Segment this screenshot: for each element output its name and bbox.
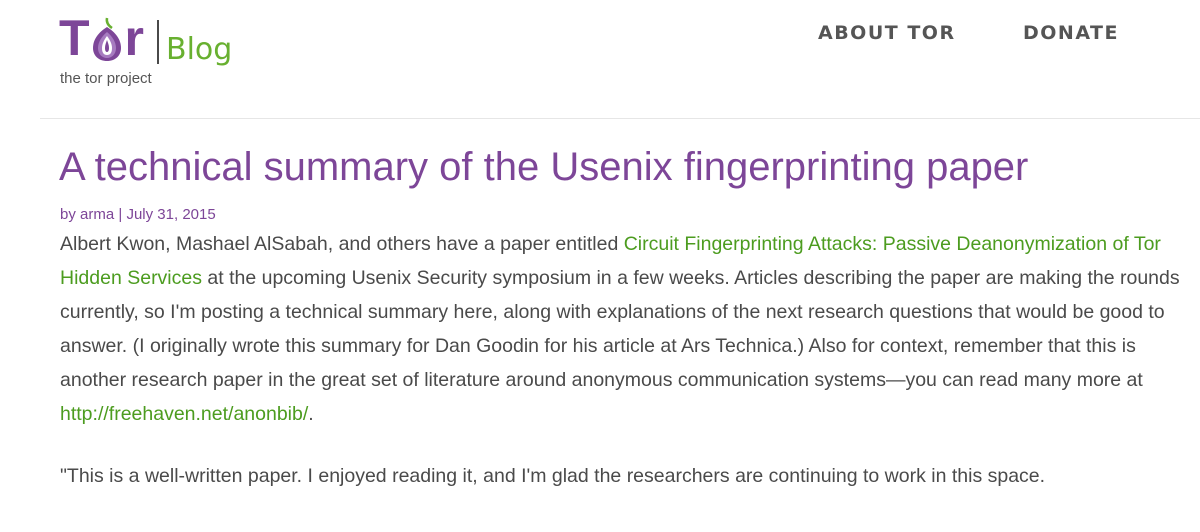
tor-blog-logo[interactable]: T r Blog the tor project [59, 10, 259, 94]
post-paragraph-2: "This is a well-written paper. I enjoyed… [60, 465, 1046, 487]
logo-divider [157, 20, 159, 64]
post-date: July 31, 2015 [126, 206, 216, 223]
anonbib-link[interactable]: http://freehaven.net/anonbib/ [60, 403, 308, 425]
post-title[interactable]: A technical summary of the Usenix finger… [59, 143, 1028, 191]
tor-wordmark: T r [59, 10, 144, 66]
paragraph-text: . [308, 403, 314, 425]
site-header: T r Blog the tor project ABOUT TOR DONAT… [0, 0, 1200, 118]
nav-about-tor[interactable]: ABOUT TOR [818, 21, 956, 45]
wordmark-t: T [59, 10, 90, 66]
post-meta: by arma | July 31, 2015 [60, 206, 216, 224]
post-paragraph-1: Albert Kwon, Mashael AlSabah, and others… [60, 227, 1190, 431]
nav-donate[interactable]: DONATE [1023, 21, 1119, 45]
meta-by: by [60, 206, 76, 223]
wordmark-r: r [124, 10, 144, 66]
header-divider [40, 118, 1200, 119]
paragraph-text: Albert Kwon, Mashael AlSabah, and others… [60, 233, 624, 255]
author-link[interactable]: arma [80, 206, 114, 223]
meta-separator: | [118, 206, 123, 223]
logo-blog-label: Blog [166, 32, 233, 67]
onion-icon [92, 17, 121, 61]
paragraph-text: at the upcoming Usenix Security symposiu… [60, 267, 1180, 391]
logo-tagline: the tor project [60, 70, 152, 87]
